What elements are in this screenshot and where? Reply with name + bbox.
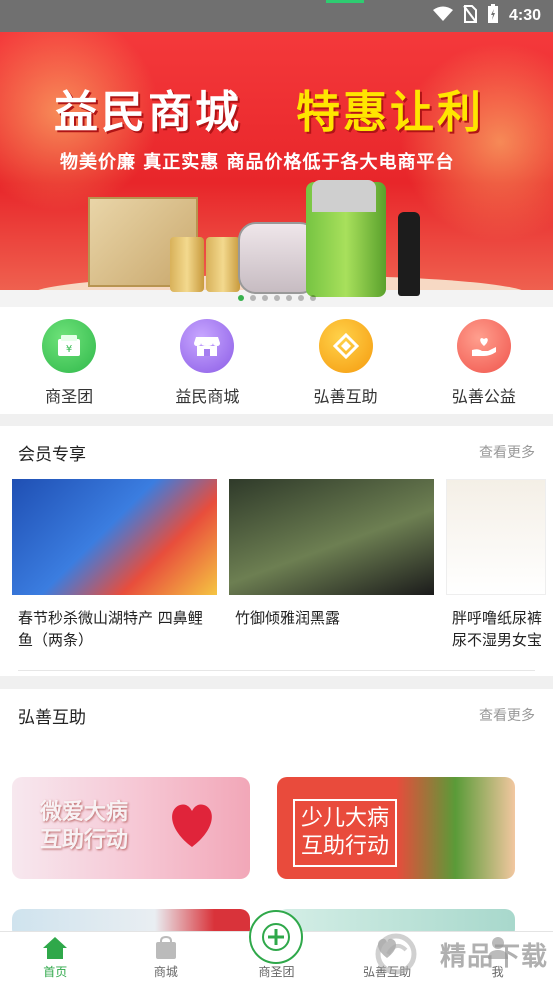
diamond-icon [318,319,373,373]
can-image [206,237,240,292]
member-product-list: 春节秒杀微山湖特产 四鼻鲤鱼（两条） 竹御倾雅润黑露 胖呼噜纸尿裤尿不湿男女宝 [12,479,546,651]
mutual-card-child-illness[interactable]: 少儿大病 互助行动 [277,777,515,879]
quick-nav-grid: ¥ 商圣团 益民商城 弘善互助 弘善公益 [0,307,553,414]
carousel-dot[interactable] [261,295,268,301]
carousel-dot[interactable] [285,295,292,301]
product-image [446,479,546,595]
tab-label: 商圣团 [258,965,295,979]
member-section: 会员专享 查看更多 春节秒杀微山湖特产 四鼻鲤鱼（两条） 竹御倾雅润黑露 胖呼噜… [0,426,553,676]
wine-bottle-image [398,212,420,296]
product-name: 胖呼噜纸尿裤尿不湿男女宝 [452,609,543,649]
nav-label: 弘善公益 [451,387,516,406]
carousel-dot[interactable] [237,295,244,301]
mutual-card-line: 互助行动 [301,834,390,859]
banner-subtitle: 物美价廉 真正实惠 商品价格低于各大电商平台 [60,152,455,173]
no-sim-icon [463,5,477,27]
view-more-link[interactable]: 查看更多 [479,442,535,462]
wallet-icon: ¥ [42,319,97,373]
product-image [229,479,434,595]
banner-title-right: 特惠让利 [296,87,484,138]
shopping-bag-icon [153,936,179,960]
section-header: 弘善互助 查看更多 [0,689,553,741]
nav-item-charity[interactable]: 弘善公益 [415,307,553,414]
section-header: 会员专享 查看更多 [0,426,553,478]
product-card[interactable]: 竹御倾雅润黑露 [229,479,434,651]
mutual-card-line: 少儿大病 [301,806,390,831]
carousel-dot[interactable] [297,295,304,301]
carousel-dot[interactable] [273,295,280,301]
tab-label: 首页 [43,965,68,979]
tab-home[interactable]: 首页 [0,932,111,985]
nav-item-yimin-mall[interactable]: 益民商城 [138,307,276,414]
heart-hand-icon [456,319,511,373]
nav-label: 益民商城 [175,387,240,406]
section-title: 会员专享 [18,444,86,465]
mutual-card-line: 微爱大病 [40,800,129,825]
tab-shangshengtuan[interactable]: 商圣团 [221,910,332,985]
nav-item-shangshengtuan[interactable]: ¥ 商圣团 [0,307,138,414]
promo-banner[interactable]: 益民商城 特惠让利 物美价廉 真正实惠 商品价格低于各大电商平台 [0,32,553,307]
mutual-aid-section: 弘善互助 查看更多 微爱大病 互助行动 少儿大病 互助行动 [0,689,553,939]
product-name: 竹御倾雅润黑露 [235,609,341,627]
carousel-dots[interactable] [0,295,553,301]
divider [18,670,535,671]
status-time: 4:30 [508,7,541,24]
banner-burst [400,42,553,242]
nav-label: 商圣团 [45,387,94,406]
mutual-card-critical-illness[interactable]: 微爱大病 互助行动 [12,777,250,879]
home-icon [42,936,68,960]
carousel-dot[interactable] [249,295,256,301]
add-icon [249,910,304,964]
product-name: 春节秒杀微山湖特产 四鼻鲤鱼（两条） [18,609,203,649]
can-image [170,237,204,292]
banner-title-left: 益民商城 [54,87,242,138]
view-more-link[interactable]: 查看更多 [479,705,535,725]
mutual-card-text: 微爱大病 互助行动 [40,799,128,855]
juicer-top-image [312,180,376,212]
tab-label: 商城 [153,965,178,979]
shop-icon [180,319,235,373]
product-card[interactable]: 春节秒杀微山湖特产 四鼻鲤鱼（两条） [12,479,217,651]
nav-item-mutual-aid[interactable]: 弘善互助 [277,307,415,414]
section-title: 弘善互助 [18,707,86,728]
svg-text:¥: ¥ [66,344,72,355]
nav-label: 弘善互助 [313,387,378,406]
wifi-icon [432,6,453,26]
tab-mall[interactable]: 商城 [111,932,222,985]
watermark-text: 精品下载 [440,942,549,972]
product-image [12,479,217,595]
status-accent-line [326,0,364,3]
carousel-dot[interactable] [309,295,316,301]
battery-icon [487,4,499,28]
mutual-card-line: 互助行动 [40,828,129,853]
product-card[interactable]: 胖呼噜纸尿裤尿不湿男女宝 [446,479,546,651]
status-bar: 4:30 [0,0,553,32]
heart-icon [172,804,212,847]
mutual-card-text: 少儿大病 互助行动 [293,799,398,867]
